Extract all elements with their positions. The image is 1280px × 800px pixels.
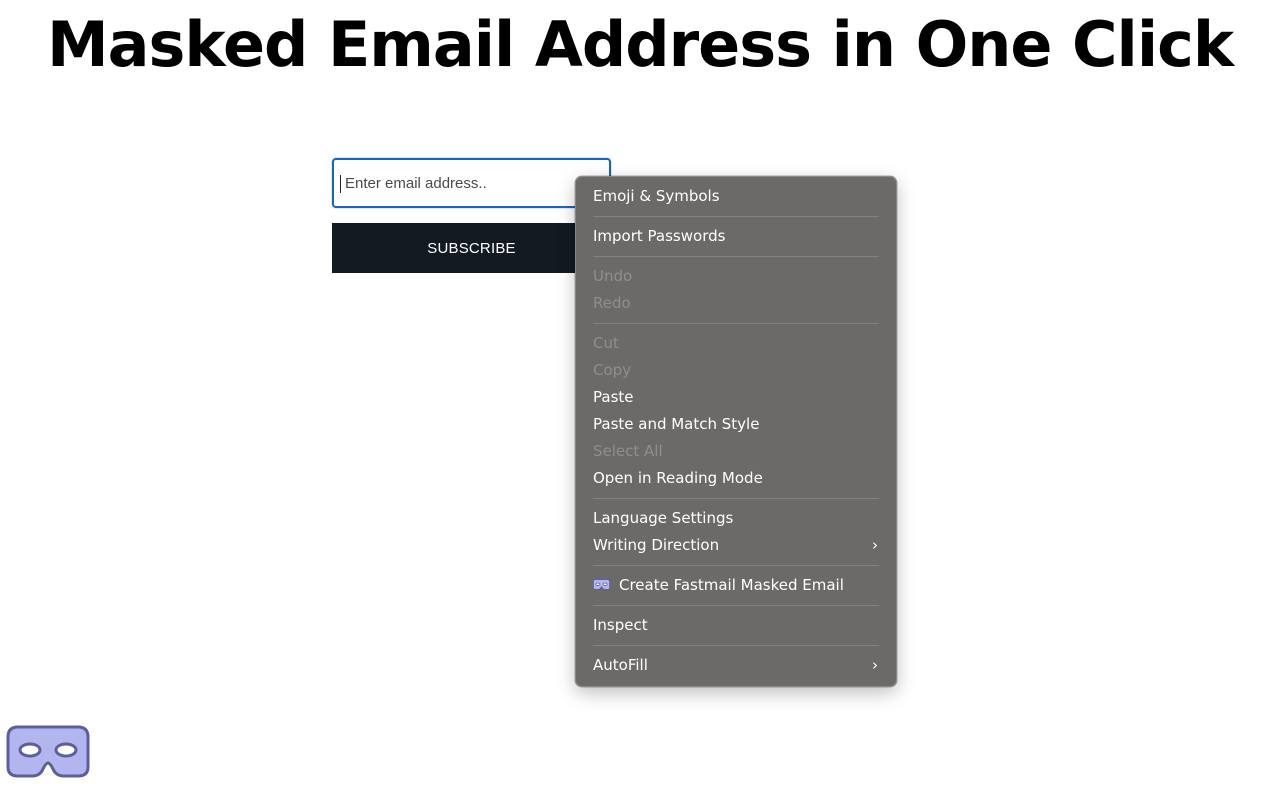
menu-item-paste-and-match-style[interactable]: Paste and Match Style	[576, 411, 896, 438]
menu-item-label: Copy	[593, 361, 632, 379]
menu-item-import-passwords[interactable]: Import Passwords	[576, 223, 896, 250]
menu-item-redo: Redo	[576, 290, 896, 317]
menu-item-label: Writing Direction	[593, 536, 720, 554]
menu-item-copy: Copy	[576, 357, 896, 384]
text-caret	[340, 175, 341, 193]
menu-item-label: Open in Reading Mode	[593, 469, 763, 487]
menu-item-label: Select All	[593, 442, 663, 460]
menu-separator	[593, 216, 879, 217]
subscribe-button[interactable]: SUBSCRIBE	[332, 223, 611, 273]
menu-separator	[593, 645, 879, 646]
menu-item-cut: Cut	[576, 330, 896, 357]
menu-item-label: Import Passwords	[593, 227, 726, 245]
menu-item-undo: Undo	[576, 263, 896, 290]
menu-item-language-settings[interactable]: Language Settings	[576, 505, 896, 532]
menu-item-label: AutoFill	[593, 656, 648, 674]
menu-separator	[593, 323, 879, 324]
page: Masked Email Address in One Click SUBSCR…	[0, 0, 1280, 800]
chevron-right-icon: ›	[872, 536, 878, 554]
menu-item-select-all: Select All	[576, 438, 896, 465]
menu-item-label: Inspect	[593, 616, 648, 634]
menu-item-label: Redo	[593, 294, 631, 312]
menu-item-open-in-reading-mode[interactable]: Open in Reading Mode	[576, 465, 896, 492]
menu-item-label: Emoji & Symbols	[593, 187, 720, 205]
email-input[interactable]	[332, 158, 611, 208]
page-title: Masked Email Address in One Click	[46, 8, 1234, 81]
chevron-right-icon: ›	[872, 656, 878, 674]
menu-item-label: Undo	[593, 267, 633, 285]
fastmail-mask-icon	[593, 578, 610, 590]
menu-item-autofill[interactable]: AutoFill ›	[576, 652, 896, 679]
menu-item-label: Create Fastmail Masked Email	[619, 576, 844, 594]
menu-item-label: Paste and Match Style	[593, 415, 760, 433]
menu-item-paste[interactable]: Paste	[576, 384, 896, 411]
menu-item-label: Paste	[593, 388, 634, 406]
menu-item-label: Language Settings	[593, 509, 734, 527]
menu-separator	[593, 256, 879, 257]
menu-item-create-fastmail-masked-email[interactable]: Create Fastmail Masked Email	[576, 572, 896, 599]
menu-separator	[593, 565, 879, 566]
menu-item-label: Cut	[593, 334, 619, 352]
menu-item-emoji-symbols[interactable]: Emoji & Symbols	[576, 183, 896, 210]
menu-item-writing-direction[interactable]: Writing Direction ›	[576, 532, 896, 559]
context-menu: Emoji & Symbols Import Passwords Undo Redo C…	[575, 176, 897, 687]
menu-separator	[593, 605, 879, 606]
menu-item-inspect[interactable]: Inspect	[576, 612, 896, 639]
fastmail-mask-logo-icon	[6, 725, 90, 778]
menu-separator	[593, 498, 879, 499]
